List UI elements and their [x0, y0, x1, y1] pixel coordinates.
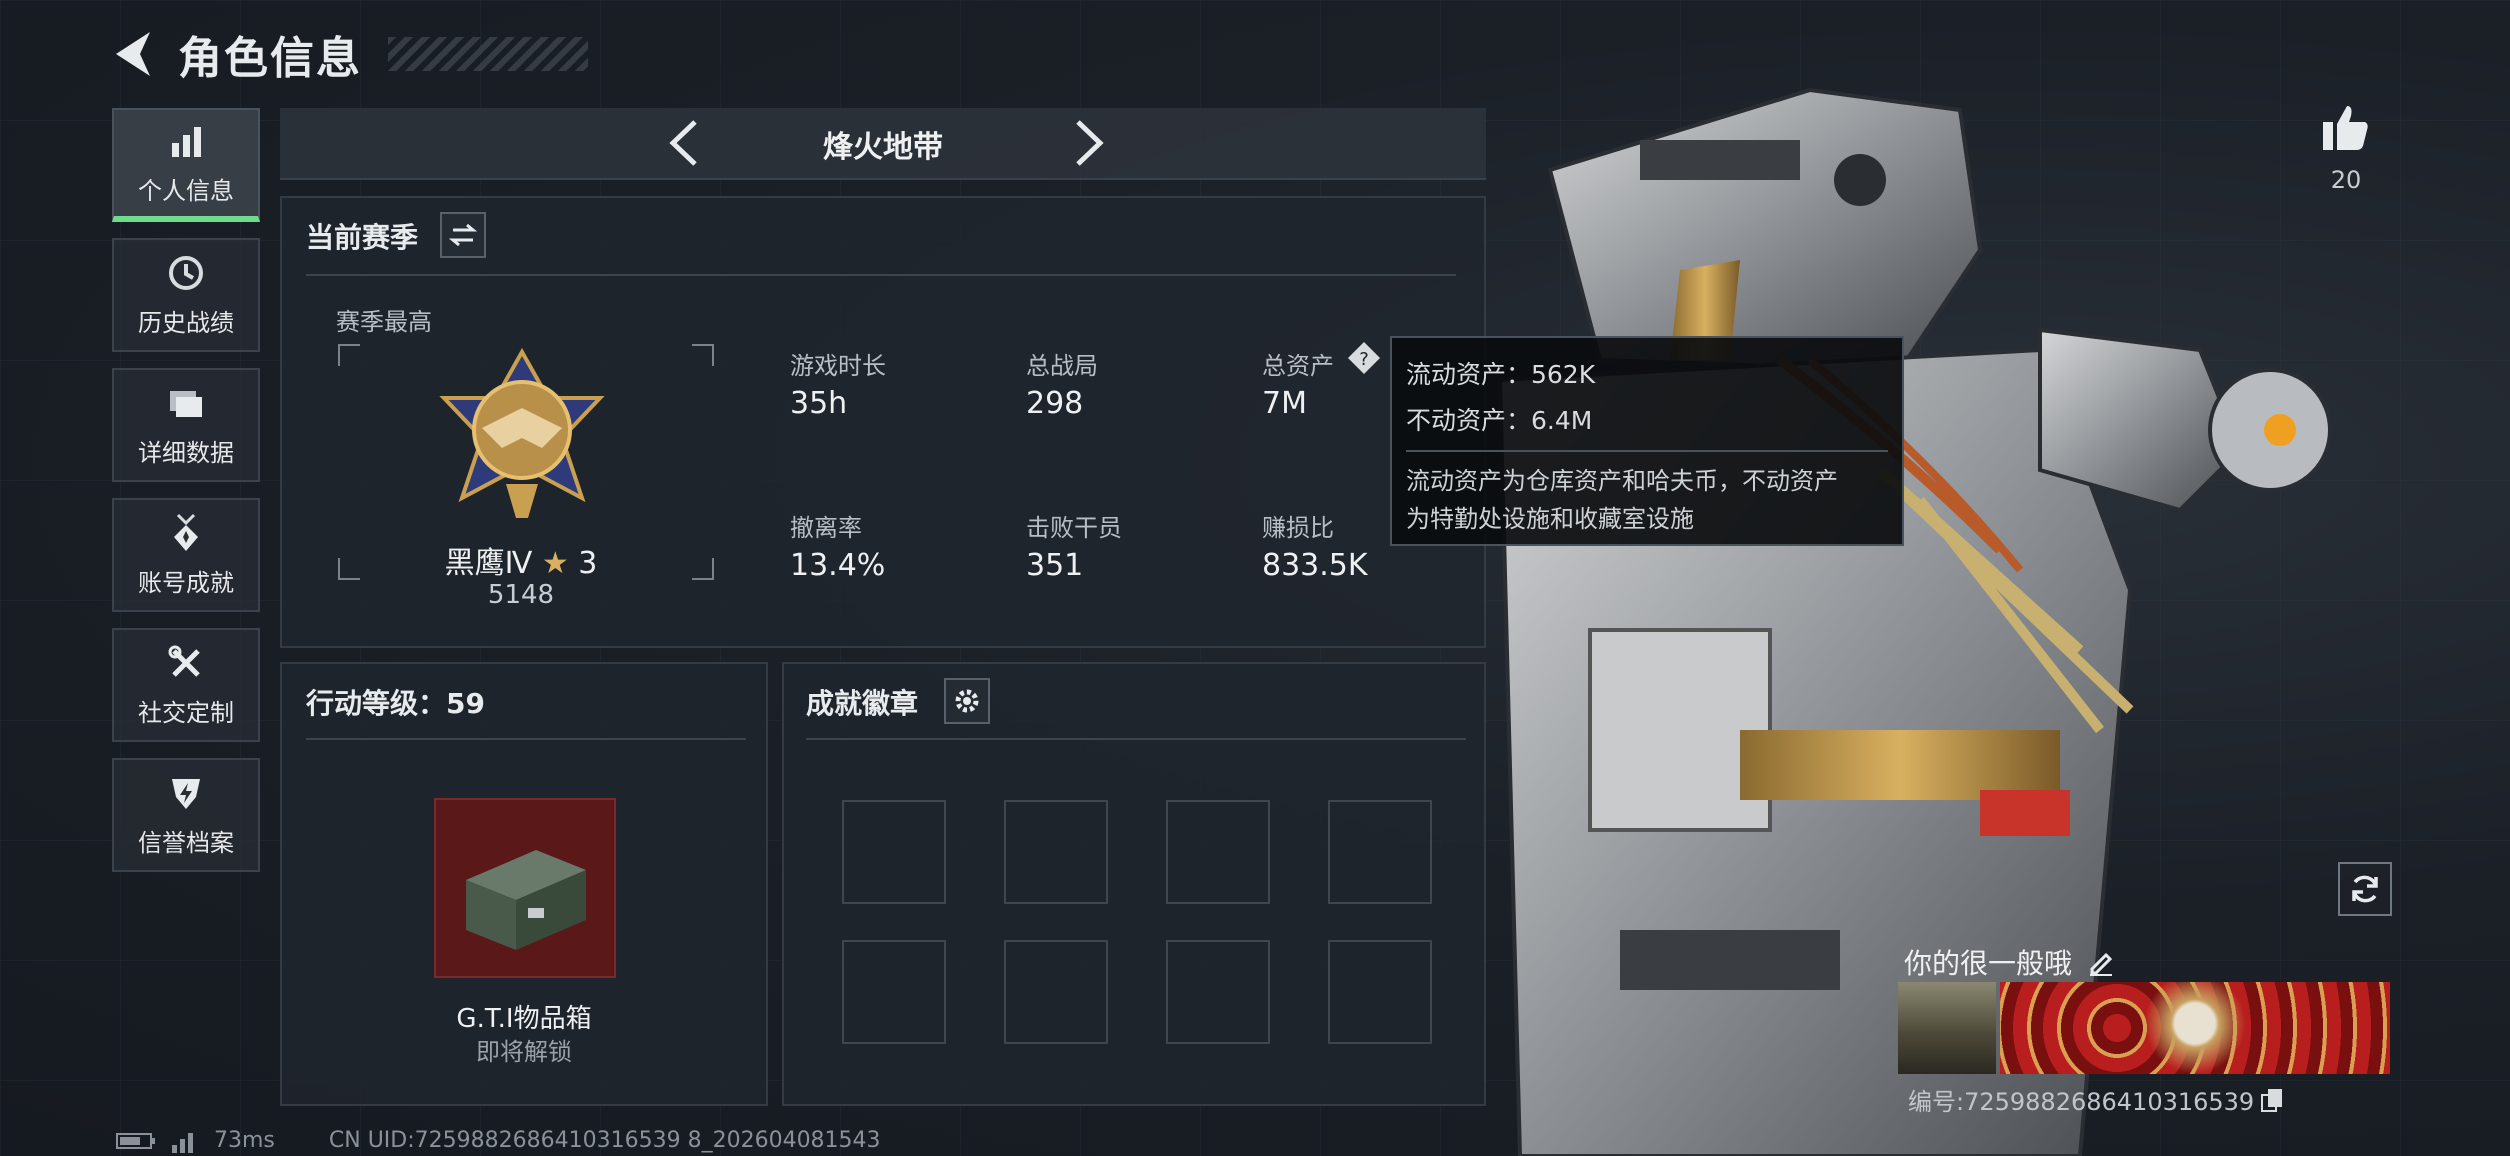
uid-text: CN UID:7259882686410316539 8_20260408154…	[328, 1128, 881, 1153]
badge-slot[interactable]	[1004, 800, 1108, 904]
season-name: 烽火地带	[823, 130, 943, 165]
tooltip-description-2: 为特勤处设施和收藏室设施	[1406, 505, 1694, 533]
season-selector: 烽火地带	[280, 108, 1486, 180]
assets-help-button[interactable]: ?	[1346, 340, 1382, 376]
tooltip-liquid-assets: 流动资产：562K	[1406, 360, 1596, 389]
switch-season-button[interactable]	[440, 212, 486, 258]
reward-item-card[interactable]	[434, 798, 616, 978]
badge-settings-button[interactable]	[944, 678, 990, 724]
current-season-title: 当前赛季	[306, 221, 419, 254]
sidebar-item-label: 账号成就	[138, 568, 234, 597]
rank-stars: 3	[578, 546, 598, 581]
stat-value-kills: 351	[1026, 548, 1084, 583]
sidebar-item-achievements[interactable]: 账号成就	[112, 498, 260, 612]
reward-item-name: G.T.I物品箱	[456, 1004, 592, 1034]
help-icon: ?	[1348, 342, 1380, 374]
copy-icon[interactable]	[2260, 1087, 2284, 1113]
season-best-label: 赛季最高	[336, 308, 432, 336]
sidebar-item-label: 个人信息	[138, 176, 234, 205]
page-title: 角色信息	[178, 33, 362, 84]
assets-tooltip: 流动资产：562K 不动资产：6.4M 流动资产为仓库资产和哈夫币，不动资产 为…	[1390, 336, 1904, 546]
player-card-id: 编号:7259882686410316539	[1908, 1082, 2284, 1117]
header: 角色信息	[110, 22, 588, 86]
card-banner-image[interactable]	[2000, 982, 2390, 1074]
battery-icon	[116, 1132, 155, 1149]
rank-name: 黑鹰Ⅳ	[444, 546, 533, 581]
badge-slot[interactable]	[1004, 940, 1108, 1044]
shield-icon	[172, 778, 200, 809]
tooltip-description-1: 流动资产为仓库资产和哈夫币，不动资产	[1406, 467, 1838, 495]
sidebar-item-personal-info[interactable]: 个人信息	[112, 108, 260, 222]
achievement-badges-panel: 成就徽章	[782, 662, 1486, 1106]
action-level-title: 行动等级：59	[306, 687, 485, 720]
stat-value-extraction-rate: 13.4%	[790, 548, 886, 583]
ping-text: 73ms	[214, 1128, 275, 1153]
rank-line: 黑鹰Ⅳ ★ 3	[282, 538, 760, 582]
signal-icon	[172, 1132, 193, 1153]
stat-label-profit-ratio: 赚损比	[1262, 514, 1334, 542]
divider	[806, 738, 1466, 740]
sidebar-item-label: 社交定制	[138, 698, 234, 727]
like-count: 20	[2330, 166, 2362, 194]
stat-value-assets: 7M	[1262, 386, 1307, 421]
divider	[306, 738, 746, 740]
back-arrow-icon[interactable]	[110, 26, 158, 82]
stat-value-playtime: 35h	[790, 386, 848, 421]
edit-icon[interactable]	[2086, 947, 2116, 977]
card-avatar-image[interactable]	[1898, 982, 1996, 1074]
divider	[306, 274, 1456, 276]
sidebar-item-label: 信誉档案	[138, 828, 234, 857]
tooltip-fixed-assets: 不动资产：6.4M	[1406, 406, 1593, 435]
like-button[interactable]: 20	[2318, 100, 2374, 194]
sidebar-item-social[interactable]: 社交定制	[112, 628, 260, 742]
tooltip-divider	[1406, 450, 1888, 452]
rank-star-icon: ★	[541, 546, 569, 581]
stat-label-extraction-rate: 撤离率	[790, 514, 862, 542]
swap-icon	[449, 223, 477, 247]
title-decoration	[388, 37, 588, 71]
stat-value-profit-ratio: 833.5K	[1262, 548, 1368, 583]
sidebar-item-label: 详细数据	[138, 438, 234, 467]
gear-icon	[955, 689, 979, 713]
tools-icon	[168, 645, 200, 677]
reward-item-status: 即将解锁	[476, 1038, 572, 1066]
badge-slot[interactable]	[842, 800, 946, 904]
clock-history-icon	[169, 255, 203, 290]
badge-slot[interactable]	[842, 940, 946, 1044]
stat-label-matches: 总战局	[1026, 352, 1098, 380]
action-level-panel: 行动等级：59 G.T.I物品箱 即将解锁	[280, 662, 768, 1106]
stat-label-assets: 总资产	[1262, 352, 1334, 380]
stat-value-matches: 298	[1026, 386, 1084, 421]
medal-icon	[174, 513, 198, 551]
crate-icon	[466, 850, 586, 950]
rank-score: 5148	[487, 580, 555, 610]
player-card-name: 你的很一般哦	[1904, 942, 2116, 982]
frame-corner	[692, 344, 714, 366]
sidebar-item-label: 历史战绩	[138, 308, 234, 337]
badge-slot[interactable]	[1328, 800, 1432, 904]
frame-corner	[338, 344, 360, 366]
badge-slot[interactable]	[1166, 800, 1270, 904]
bar-chart-icon	[172, 126, 201, 157]
rank-emblem-icon	[439, 348, 605, 518]
player-id-text: 编号:7259882686410316539	[1908, 1088, 2255, 1116]
player-nickname: 你的很一般哦	[1904, 947, 2073, 980]
refresh-icon	[2352, 875, 2378, 903]
badge-slot[interactable]	[1328, 940, 1432, 1044]
current-season-panel: 当前赛季 赛季最高 黑鹰Ⅳ ★ 3 5148 游戏时长 35h 总战局 298 …	[280, 196, 1486, 648]
achievement-badges-title: 成就徽章	[806, 687, 919, 720]
sidebar-item-reputation[interactable]: 信誉档案	[112, 758, 260, 872]
stat-label-kills: 击败干员	[1026, 514, 1122, 542]
stat-label-playtime: 游戏时长	[790, 352, 886, 380]
next-season-arrow-icon[interactable]	[1068, 118, 1108, 168]
sidebar-item-history[interactable]: 历史战绩	[112, 238, 260, 352]
sidebar-item-detailed-data[interactable]: 详细数据	[112, 368, 260, 482]
thumbs-up-icon	[2323, 106, 2368, 150]
refresh-button[interactable]	[2338, 862, 2392, 916]
sidebar: 个人信息 历史战绩 详细数据 账号成就 社交定制 信誉档案	[112, 108, 262, 888]
svg-text:?: ?	[1359, 349, 1369, 370]
folder-icon	[170, 390, 202, 417]
status-footer: 73ms CN UID:7259882686410316539 8_202604…	[116, 1128, 881, 1153]
badge-slot[interactable]	[1166, 940, 1270, 1044]
